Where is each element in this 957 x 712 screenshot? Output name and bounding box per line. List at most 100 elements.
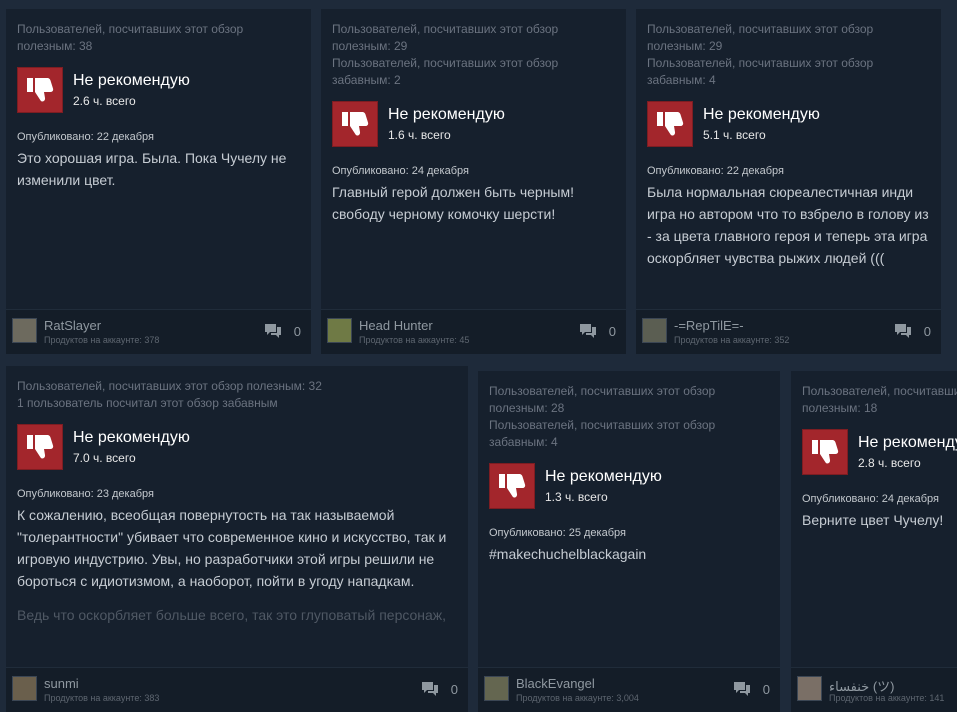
comment-count: 0 <box>923 323 931 339</box>
comment-count: 0 <box>293 323 301 339</box>
review-line-faded: Ведь что оскорбляет больше всего, так эт… <box>17 607 447 623</box>
verdict[interactable]: Не рекомендую 1.3 ч. всего <box>489 463 769 509</box>
review-line: "толерантности" убивает что современное … <box>17 529 447 545</box>
helpful-count: Пользователей, посчитавших этот обзор по… <box>332 21 615 89</box>
review-line: игра но автором что то взбрело в голову … <box>647 206 929 222</box>
thumbs-down-icon <box>17 67 63 113</box>
helpful-line: Пользователей, посчитавших этот обзор <box>802 384 957 398</box>
verdict[interactable]: Не рекомендую 2.6 ч. всего <box>17 67 300 113</box>
funny-line: 1 пользователь посчитал этот обзор забав… <box>17 396 278 410</box>
review-line: оскорбляет чувства рыжих людей ((( <box>647 250 885 266</box>
helpful-count: Пользователей, посчитавших этот обзор по… <box>17 378 457 412</box>
avatar[interactable] <box>797 676 822 701</box>
products-count: Продуктов на аккаунте: 141 <box>829 693 945 703</box>
username[interactable]: RatSlayer <box>44 318 101 333</box>
products-count: Продуктов на аккаунте: 383 <box>44 693 160 703</box>
verdict-title: Не рекомендую <box>545 468 662 485</box>
hours-played: 5.1 ч. всего <box>703 128 766 142</box>
comment-icon <box>894 324 911 338</box>
hours-played: 7.0 ч. всего <box>73 451 136 465</box>
funny-line: Пользователей, посчитавших этот обзор <box>647 56 874 70</box>
helpful-line: полезным: 29 <box>647 39 723 53</box>
verdict-title: Не рекомендую <box>703 106 820 123</box>
avatar[interactable] <box>12 676 37 701</box>
review-line: изменили цвет. <box>17 172 116 188</box>
funny-line: Пользователей, посчитавших этот обзор <box>332 56 559 70</box>
products-count: Продуктов на аккаунте: 3,004 <box>516 693 639 703</box>
verdict[interactable]: Не рекомендую 5.1 ч. всего <box>647 101 930 147</box>
review-line: игровую индустрию. Увы, но разработчики … <box>17 551 435 567</box>
comments[interactable]: 0 <box>733 681 770 697</box>
helpful-count: Пользователей, посчитавших этот обзор по… <box>802 383 957 417</box>
comment-count: 0 <box>608 323 616 339</box>
review-line: Была нормальная сюреалестичная инди <box>647 184 914 200</box>
review-line: Верните цвет Чучелу! <box>802 512 944 528</box>
review-card[interactable]: Пользователей, посчитавших этот обзор по… <box>321 9 626 354</box>
thumbs-down-icon <box>489 463 535 509</box>
helpful-line: Пользователей, посчитавших этот обзор <box>489 384 716 398</box>
review-footer: خنفساء (ツ) Продуктов на аккаунте: 141 <box>791 667 957 712</box>
posted-date: Опубликовано: 24 декабря <box>332 165 469 177</box>
posted-date: Опубликовано: 22 декабря <box>17 131 154 143</box>
avatar[interactable] <box>484 676 509 701</box>
comments[interactable]: 0 <box>264 323 301 339</box>
avatar[interactable] <box>12 318 37 343</box>
posted-date: Опубликовано: 25 декабря <box>489 527 626 539</box>
hours-played: 2.6 ч. всего <box>73 94 136 108</box>
review-footer: BlackEvangel Продуктов на аккаунте: 3,00… <box>478 667 780 712</box>
verdict-title: Не рекомендую <box>73 429 190 446</box>
review-line: свободу черному комочку шерсти! <box>332 206 556 222</box>
helpful-count: Пользователей, посчитавших этот обзор по… <box>489 383 769 451</box>
thumbs-down-icon <box>17 424 63 470</box>
comment-icon <box>733 682 750 696</box>
products-count: Продуктов на аккаунте: 45 <box>359 335 470 345</box>
review-footer: Head Hunter Продуктов на аккаунте: 45 0 <box>321 309 626 354</box>
comment-icon <box>264 324 281 338</box>
funny-line: забавным: 2 <box>332 73 401 87</box>
verdict[interactable]: Не рекомендую 1.6 ч. всего <box>332 101 615 147</box>
review-footer: RatSlayer Продуктов на аккаунте: 378 0 <box>6 309 311 354</box>
username[interactable]: BlackEvangel <box>516 676 595 691</box>
hours-played: 1.3 ч. всего <box>545 490 608 504</box>
review-line: #makechuchelblackagain <box>489 546 647 562</box>
funny-line: забавным: 4 <box>489 435 558 449</box>
review-card[interactable]: Пользователей, посчитавших этот обзор по… <box>791 371 957 712</box>
comments[interactable]: 0 <box>894 323 931 339</box>
hours-played: 1.6 ч. всего <box>388 128 451 142</box>
comment-icon <box>421 682 438 696</box>
comment-count: 0 <box>450 681 458 697</box>
products-count: Продуктов на аккаунте: 352 <box>674 335 790 345</box>
review-card[interactable]: Пользователей, посчитавших этот обзор по… <box>6 366 468 712</box>
verdict-title: Не рекомендую <box>858 434 957 451</box>
review-body: Это хорошая игра. Была. Пока Чучелу не и… <box>17 147 300 191</box>
comments[interactable]: 0 <box>421 681 458 697</box>
helpful-line: Пользователей, посчитавших этот обзор по… <box>17 379 322 393</box>
helpful-count: Пользователей, посчитавших этот обзор по… <box>647 21 930 89</box>
review-card[interactable]: Пользователей, посчитавших этот обзор по… <box>6 9 311 354</box>
review-line: Это хорошая игра. Была. Пока Чучелу не <box>17 150 287 166</box>
verdict[interactable]: Не рекомендую 7.0 ч. всего <box>17 424 457 470</box>
review-body: Главный герой должен быть черным! свобод… <box>332 181 615 225</box>
username[interactable]: -=RepTilE=- <box>674 318 744 333</box>
verdict[interactable]: Не рекомендую 2.8 ч. всего <box>802 429 957 475</box>
products-count: Продуктов на аккаунте: 378 <box>44 335 160 345</box>
posted-date: Опубликовано: 24 декабря <box>802 493 939 505</box>
username[interactable]: sunmi <box>44 676 79 691</box>
review-body: К сожалению, всеобщая повернутость на та… <box>17 504 457 626</box>
helpful-line: Пользователей, посчитавших этот обзор <box>647 22 874 36</box>
avatar[interactable] <box>642 318 667 343</box>
comments[interactable]: 0 <box>579 323 616 339</box>
review-card[interactable]: Пользователей, посчитавших этот обзор по… <box>636 9 941 354</box>
avatar[interactable] <box>327 318 352 343</box>
thumbs-down-icon <box>802 429 848 475</box>
review-body: Была нормальная сюреалестичная инди игра… <box>647 181 930 269</box>
helpful-line: Пользователей, посчитавших этот обзор <box>332 22 559 36</box>
verdict-title: Не рекомендую <box>388 106 505 123</box>
username[interactable]: Head Hunter <box>359 318 433 333</box>
review-body: #makechuchelblackagain <box>489 543 769 565</box>
review-footer: -=RepTilE=- Продуктов на аккаунте: 352 0 <box>636 309 941 354</box>
review-card[interactable]: Пользователей, посчитавших этот обзор по… <box>478 371 780 712</box>
helpful-line: полезным: 38 <box>17 39 93 53</box>
posted-date: Опубликовано: 22 декабря <box>647 165 784 177</box>
hours-played: 2.8 ч. всего <box>858 456 921 470</box>
